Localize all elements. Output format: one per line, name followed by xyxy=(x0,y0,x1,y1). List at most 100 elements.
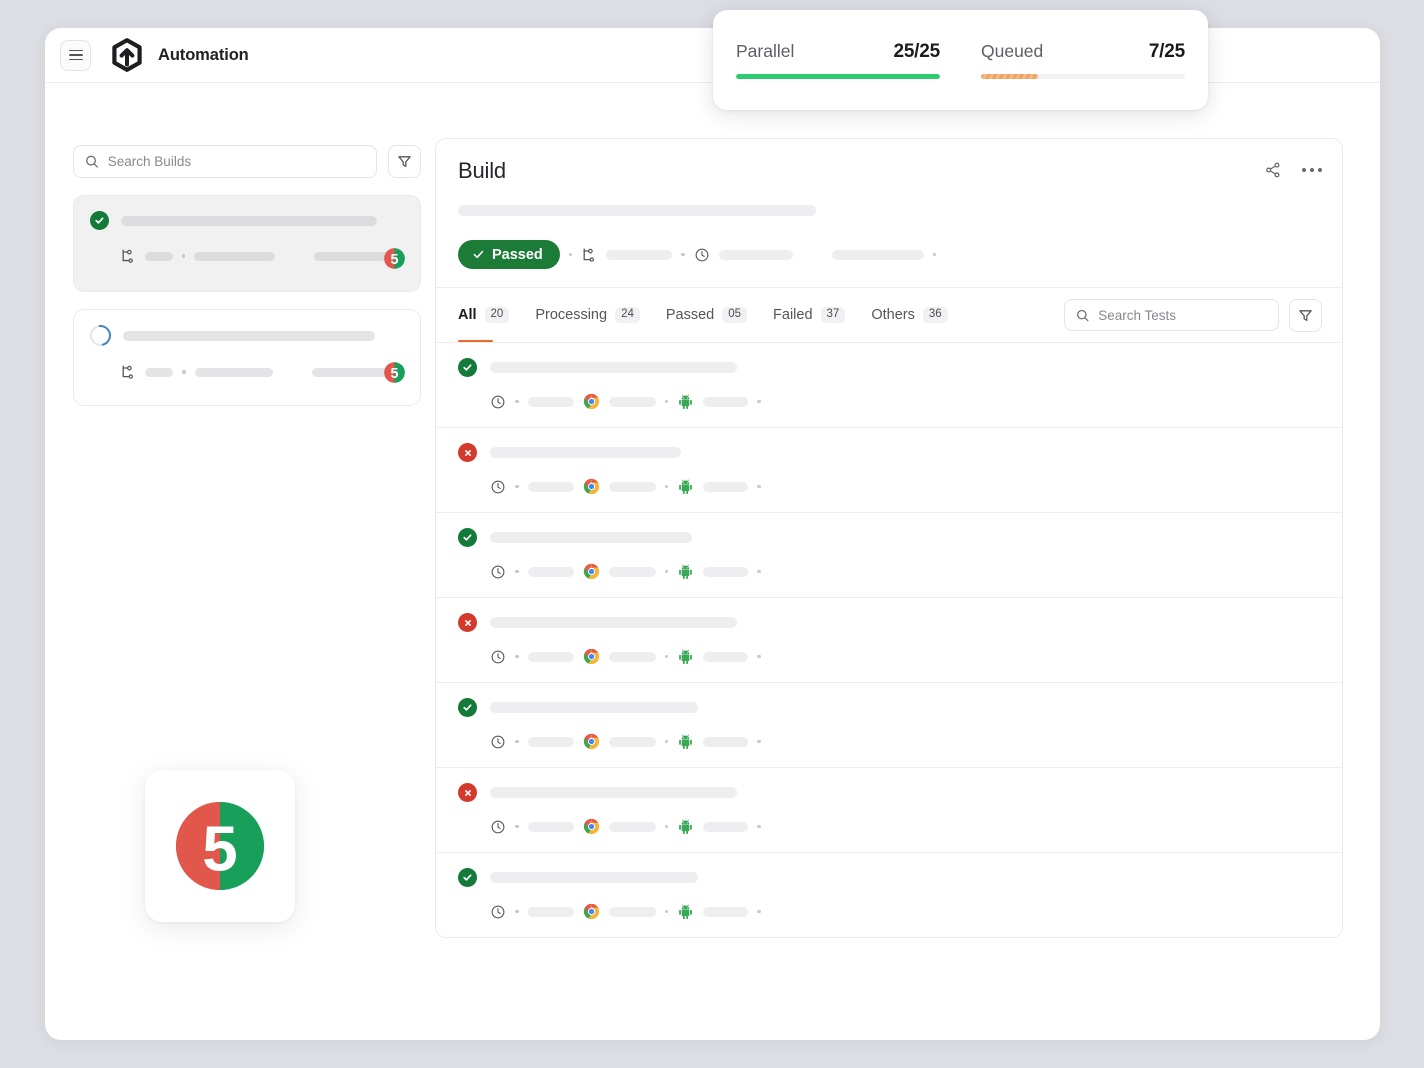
clock-icon xyxy=(695,248,709,261)
tab-processing[interactable]: Processing 24 xyxy=(535,288,640,342)
test-row[interactable] xyxy=(436,682,1342,767)
build-meta-placeholder xyxy=(194,367,273,377)
stat-progress-fill xyxy=(981,74,1039,79)
build-card[interactable]: 5 xyxy=(73,195,421,292)
search-tests-input[interactable] xyxy=(1098,307,1267,323)
stat-label: Queued xyxy=(981,41,1044,61)
separator-dot xyxy=(515,484,519,489)
test-row-meta xyxy=(458,478,1320,495)
test-row-header xyxy=(458,528,1320,547)
check-icon xyxy=(473,250,484,259)
test-meta-placeholder xyxy=(527,821,574,832)
test-row[interactable] xyxy=(436,767,1342,852)
builds-filter-button[interactable] xyxy=(388,145,421,178)
test-meta-placeholder xyxy=(703,906,748,917)
separator-dot xyxy=(515,909,519,914)
search-tests-box[interactable] xyxy=(1064,299,1279,331)
tab-others[interactable]: Others 36 xyxy=(871,288,948,342)
tab-label: Failed xyxy=(773,307,813,323)
android-icon xyxy=(679,819,692,835)
separator-dot xyxy=(515,399,519,404)
test-row-meta xyxy=(458,563,1320,580)
svg-text:5: 5 xyxy=(391,252,399,268)
build-detail-panel: Build Passed All 20 Processing 24 Passed… xyxy=(435,138,1343,938)
tests-tabs-bar: All 20 Processing 24 Passed 05 Failed 37 xyxy=(436,287,1342,342)
hamburger-menu-icon[interactable] xyxy=(60,39,91,71)
status-badge: Passed xyxy=(458,240,560,269)
separator-dot xyxy=(664,824,668,829)
separator-dot xyxy=(757,654,761,659)
build-card-header xyxy=(90,211,404,230)
test-meta-placeholder xyxy=(703,396,748,407)
test-meta-placeholder xyxy=(608,566,656,577)
clock-icon xyxy=(491,905,505,918)
branch-icon xyxy=(122,365,133,379)
test-meta-placeholder xyxy=(608,481,656,492)
brand-title: Automation xyxy=(158,45,249,64)
build-meta-placeholder xyxy=(606,249,673,260)
tab-failed[interactable]: Failed 37 xyxy=(773,288,846,342)
build-card-header xyxy=(85,320,404,351)
search-builds-input[interactable] xyxy=(107,154,365,169)
status-failed-icon xyxy=(458,443,477,462)
android-icon xyxy=(679,394,692,410)
tab-count: 37 xyxy=(820,306,846,324)
test-title-placeholder xyxy=(490,362,737,373)
share-icon[interactable] xyxy=(1264,161,1282,179)
clock-icon xyxy=(491,480,505,493)
test-meta-placeholder xyxy=(608,651,656,662)
build-meta-placeholder xyxy=(311,367,388,377)
build-card[interactable]: 5 xyxy=(73,309,421,406)
android-icon xyxy=(679,734,692,750)
test-title-placeholder xyxy=(490,617,737,628)
test-row[interactable] xyxy=(436,342,1342,427)
test-title-placeholder xyxy=(490,787,737,798)
test-row[interactable] xyxy=(436,852,1342,937)
logo-tile: 5 xyxy=(145,770,295,922)
more-options-icon[interactable] xyxy=(1302,168,1322,172)
stat-value: 25/25 xyxy=(893,41,940,62)
parallel-queued-stats-card: Parallel 25/25 Queued 7/25 xyxy=(713,10,1208,110)
separator-dot xyxy=(681,252,685,257)
test-title-placeholder xyxy=(490,532,692,543)
separator-dot xyxy=(757,739,761,744)
test-row-header xyxy=(458,868,1320,887)
dot xyxy=(1302,168,1306,172)
test-row-meta xyxy=(458,648,1320,665)
search-builds-box[interactable] xyxy=(73,145,377,178)
separator-dot xyxy=(757,909,761,914)
tests-filter-button[interactable] xyxy=(1289,298,1322,332)
android-icon xyxy=(679,564,692,580)
separator-dot xyxy=(664,654,668,659)
badge-5-logo-icon: 5 xyxy=(175,801,265,891)
svg-text:5: 5 xyxy=(391,366,399,382)
tab-passed[interactable]: Passed 05 xyxy=(666,288,748,342)
build-card-meta xyxy=(90,248,404,264)
separator-dot xyxy=(515,654,519,659)
chrome-icon xyxy=(583,478,599,495)
separator-dot xyxy=(181,254,186,258)
tab-count: 20 xyxy=(484,306,510,324)
stat-progress-fill xyxy=(736,74,940,79)
separator-dot xyxy=(757,824,761,829)
separator-dot xyxy=(568,252,573,257)
chrome-icon xyxy=(583,818,599,835)
stat-value: 7/25 xyxy=(1148,41,1185,62)
test-meta-placeholder xyxy=(703,821,748,832)
test-row[interactable] xyxy=(436,427,1342,512)
separator-dot xyxy=(757,399,761,404)
page-title: Build xyxy=(458,158,506,183)
test-row[interactable] xyxy=(436,512,1342,597)
test-title-placeholder xyxy=(490,447,681,458)
android-icon xyxy=(679,479,692,495)
tab-all[interactable]: All 20 xyxy=(458,288,510,342)
test-row[interactable] xyxy=(436,597,1342,682)
test-row-meta xyxy=(458,733,1320,750)
test-meta-placeholder xyxy=(703,566,748,577)
build-badge-5: 5 xyxy=(383,247,406,270)
test-meta-placeholder xyxy=(527,651,574,662)
tab-count: 36 xyxy=(922,306,948,324)
tests-list xyxy=(436,342,1342,937)
test-meta-placeholder xyxy=(703,651,748,662)
clock-icon xyxy=(491,650,505,663)
